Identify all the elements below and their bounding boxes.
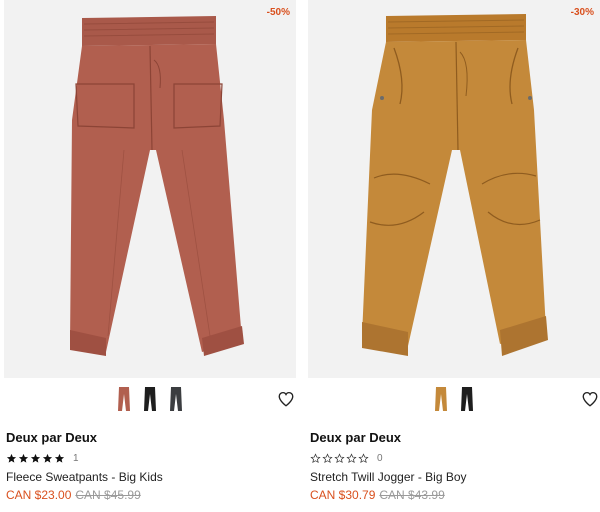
product-card[interactable]: -30% Deux par Deux 0 Stretch Twill Jogge… xyxy=(308,0,600,512)
star-outline-icon xyxy=(322,452,333,463)
star-icon xyxy=(42,453,53,463)
star-outline-icon xyxy=(346,452,357,463)
original-price: CAN $45.99 xyxy=(75,488,141,502)
product-rating: 0 xyxy=(310,452,383,464)
heart-outline-icon[interactable] xyxy=(581,390,599,408)
star-icon xyxy=(30,453,41,463)
sweatpants-image xyxy=(70,16,244,356)
product-name[interactable]: Stretch Twill Jogger - Big Boy xyxy=(310,470,467,484)
product-brand[interactable]: Deux par Deux xyxy=(310,430,401,445)
discount-badge: -30% xyxy=(570,7,594,18)
swatch-camel[interactable] xyxy=(433,385,449,413)
rating-count: 0 xyxy=(377,452,383,464)
rating-count: 1 xyxy=(73,452,79,464)
product-brand[interactable]: Deux par Deux xyxy=(6,430,97,445)
original-price: CAN $43.99 xyxy=(379,488,445,502)
product-image[interactable]: -30% xyxy=(308,0,600,378)
color-swatches xyxy=(4,385,296,415)
heart-outline-icon[interactable] xyxy=(277,390,295,408)
star-rating xyxy=(6,453,65,464)
swatch-rust[interactable] xyxy=(116,385,132,413)
product-rating: 1 xyxy=(6,452,79,464)
star-outline-icon xyxy=(310,452,321,463)
sale-price: CAN $30.79 xyxy=(310,488,376,502)
star-outline-icon xyxy=(334,452,345,463)
product-prices: CAN $30.79 CAN $43.99 xyxy=(310,488,445,502)
product-image[interactable]: -50% xyxy=(4,0,296,378)
discount-badge: -50% xyxy=(266,7,290,18)
star-outline-icon xyxy=(358,452,369,463)
product-card[interactable]: -50% Deux par Deux 1 Fleece Sweatpants -… xyxy=(4,0,296,512)
swatch-charcoal[interactable] xyxy=(168,385,184,413)
product-name[interactable]: Fleece Sweatpants - Big Kids xyxy=(6,470,163,484)
color-swatches xyxy=(308,385,600,415)
swatch-black[interactable] xyxy=(459,385,475,413)
jogger-image xyxy=(362,14,548,356)
star-icon xyxy=(18,453,29,463)
swatch-black[interactable] xyxy=(142,385,158,413)
product-prices: CAN $23.00 CAN $45.99 xyxy=(6,488,141,502)
sale-price: CAN $23.00 xyxy=(6,488,72,502)
star-rating xyxy=(310,452,369,464)
star-icon xyxy=(54,453,65,463)
star-icon xyxy=(6,453,17,463)
